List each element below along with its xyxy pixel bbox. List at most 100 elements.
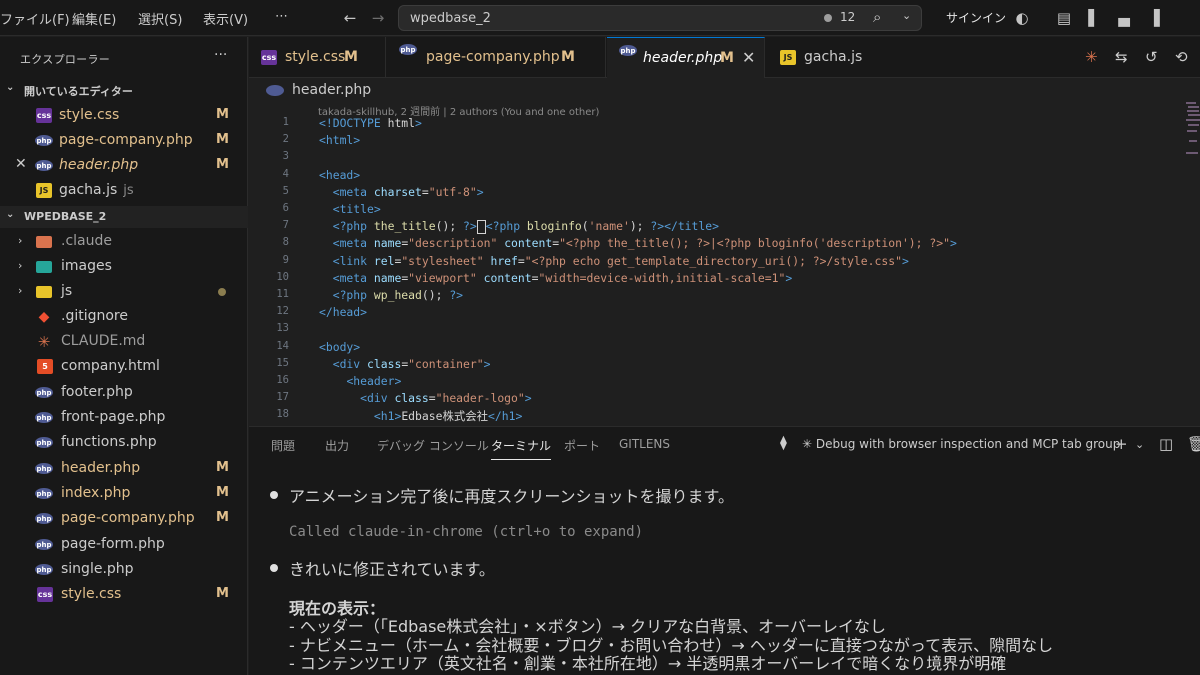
- compare-changes-icon[interactable]: ⇆: [1115, 48, 1128, 66]
- menu-view[interactable]: 表示(V): [203, 9, 248, 28]
- menu-file[interactable]: ファイル(F): [0, 9, 70, 28]
- code-line[interactable]: 15 <div class="container">: [249, 357, 1184, 374]
- tab-label: page-company.php: [426, 49, 560, 65]
- code-line[interactable]: 3: [249, 150, 1184, 167]
- file-row[interactable]: php functions.php: [0, 430, 248, 455]
- toggle-secondary-sidebar-icon[interactable]: ▐: [1144, 8, 1164, 28]
- forward-arrow-icon[interactable]: →: [368, 8, 388, 28]
- code-line[interactable]: 17 <div class="header-logo">: [249, 391, 1184, 408]
- open-editors-label: 開いているエディター: [24, 85, 133, 98]
- folder-row[interactable]: › js: [0, 279, 248, 304]
- code-line[interactable]: 6 <title>: [249, 202, 1184, 219]
- code-text: <meta name="viewport" content="width=dev…: [332, 270, 793, 285]
- line-number: 11: [276, 288, 289, 300]
- tab-gacha-js[interactable]: JS gacha.js: [766, 37, 884, 78]
- chevron-right-icon: ›: [18, 259, 23, 272]
- menu-edit[interactable]: 編集(E): [72, 9, 116, 28]
- open-editors-header[interactable]: ⌄ 開いているエディター: [0, 79, 248, 101]
- git-status-badge: M: [216, 132, 229, 147]
- file-name: page-company.php: [59, 132, 193, 148]
- split-terminal-icon[interactable]: ◫: [1159, 435, 1173, 453]
- trash-icon[interactable]: 🗑: [1187, 435, 1200, 453]
- close-icon[interactable]: ✕: [742, 48, 755, 67]
- toggle-sidebar-icon[interactable]: ▌: [1084, 8, 1104, 28]
- breadcrumb[interactable]: header.php: [266, 82, 371, 98]
- timeline-icon[interactable]: ⟲: [1175, 48, 1188, 66]
- minimap-line: [1186, 152, 1198, 154]
- chevron-down-icon[interactable]: ⌄: [1135, 438, 1144, 451]
- code-line[interactable]: 2 <html>: [249, 133, 1184, 150]
- tab-output[interactable]: 出力: [325, 437, 349, 454]
- file-row[interactable]: php index.php M: [0, 481, 248, 506]
- code-line[interactable]: 1 <!DOCTYPE html>: [249, 116, 1184, 133]
- tab-terminal[interactable]: ターミナル: [491, 437, 552, 460]
- chevron-down-icon[interactable]: ⌄: [902, 9, 911, 22]
- minimap[interactable]: [1184, 100, 1200, 426]
- terminal-name[interactable]: ✳ Debug with browser inspection and MCP …: [802, 437, 1120, 451]
- file-row[interactable]: ◆ .gitignore: [0, 304, 248, 329]
- code-line[interactable]: 7 <?php the_title(); ?> <?php bloginfo('n…: [249, 219, 1184, 236]
- php-icon: php: [35, 564, 53, 575]
- chevron-right-icon: ›: [18, 234, 23, 247]
- file-row[interactable]: php page-company.php M: [0, 506, 248, 531]
- folder-row[interactable]: › images: [0, 254, 248, 279]
- copilot-icon[interactable]: ◐: [1012, 8, 1032, 28]
- code-line[interactable]: 4 <head>: [249, 168, 1184, 185]
- code-line[interactable]: 16 <header>: [249, 374, 1184, 391]
- tab-debug-console[interactable]: デバッグ コンソール: [377, 437, 489, 454]
- tab-style-css[interactable]: css style.css M: [249, 37, 386, 78]
- git-status-badge: M: [216, 586, 229, 601]
- file-row[interactable]: php page-form.php: [0, 532, 248, 557]
- history-icon[interactable]: ↺: [1145, 48, 1158, 66]
- open-editor-item[interactable]: css style.css M: [0, 103, 248, 128]
- new-terminal-icon[interactable]: +: [1115, 435, 1128, 453]
- open-editor-item-active[interactable]: ✕ php header.php M: [0, 153, 248, 178]
- js-icon: JS: [36, 183, 52, 198]
- line-number: 15: [276, 356, 289, 369]
- minimap-line: [1188, 124, 1199, 126]
- tab-problems[interactable]: 問題: [271, 437, 295, 454]
- project-header[interactable]: ⌄ WPEDBASE_2: [0, 206, 248, 228]
- code-line[interactable]: 12 </head>: [249, 305, 1184, 322]
- file-row[interactable]: php front-page.php: [0, 405, 248, 430]
- back-arrow-icon[interactable]: ←: [340, 8, 360, 28]
- code-line[interactable]: 13: [249, 322, 1184, 339]
- tab-ports[interactable]: ポート: [564, 437, 600, 454]
- menu-selection[interactable]: 選択(S): [138, 9, 182, 28]
- css-icon: css: [261, 50, 277, 65]
- file-name: CLAUDE.md: [61, 333, 146, 349]
- toggle-panel-icon[interactable]: ▄: [1114, 8, 1134, 28]
- tab-page-company[interactable]: php page-company.php M: [387, 37, 606, 78]
- tab-gitlens[interactable]: GITLENS: [619, 437, 670, 451]
- file-row[interactable]: ✳ CLAUDE.md: [0, 329, 248, 354]
- git-status-badge: M: [216, 107, 229, 122]
- file-name: functions.php: [61, 434, 157, 450]
- file-row[interactable]: 5 company.html: [0, 354, 248, 379]
- menu-more[interactable]: ⋯: [275, 9, 288, 24]
- signin-button[interactable]: サインイン: [946, 9, 1006, 26]
- file-row[interactable]: php footer.php: [0, 380, 248, 405]
- customize-layout-icon[interactable]: ▤: [1054, 8, 1074, 28]
- code-editor[interactable]: 1 <!DOCTYPE html> 2 <html> 3 4 <head> 5 <meta c…: [249, 116, 1184, 426]
- claude-icon[interactable]: ✳: [1085, 48, 1098, 66]
- code-line[interactable]: 11 <?php wp_head(); ?>: [249, 288, 1184, 305]
- chat-icon[interactable]: ⌕: [873, 8, 881, 26]
- code-line[interactable]: 9 <link rel="stylesheet" href="<?php ech…: [249, 254, 1184, 271]
- more-actions-icon[interactable]: ···: [214, 47, 227, 63]
- code-line[interactable]: 14 <body>: [249, 340, 1184, 357]
- folder-row[interactable]: › .claude: [0, 229, 248, 254]
- code-line[interactable]: 5 <meta charset="utf-8">: [249, 185, 1184, 202]
- close-icon[interactable]: ✕: [15, 156, 27, 172]
- file-row[interactable]: php header.php M: [0, 456, 248, 481]
- file-row[interactable]: css style.css M: [0, 582, 248, 607]
- command-center-search[interactable]: wpedbase_2 12 ⌕ ⌄: [398, 5, 922, 31]
- code-line[interactable]: 10 <meta name="viewport" content="width=…: [249, 271, 1184, 288]
- file-row[interactable]: php single.php: [0, 557, 248, 582]
- open-editor-item[interactable]: JS gacha.js js: [0, 178, 248, 203]
- code-line[interactable]: 8 <meta name="description" content="<?ph…: [249, 236, 1184, 253]
- html-icon: 5: [37, 359, 53, 374]
- php-icon: php: [35, 463, 53, 474]
- code-line[interactable]: 18 <h1>Edbase株式会社</h1>: [249, 408, 1184, 425]
- open-editor-item[interactable]: php page-company.php M: [0, 128, 248, 153]
- tab-header-php[interactable]: php header.php M ✕: [607, 37, 765, 78]
